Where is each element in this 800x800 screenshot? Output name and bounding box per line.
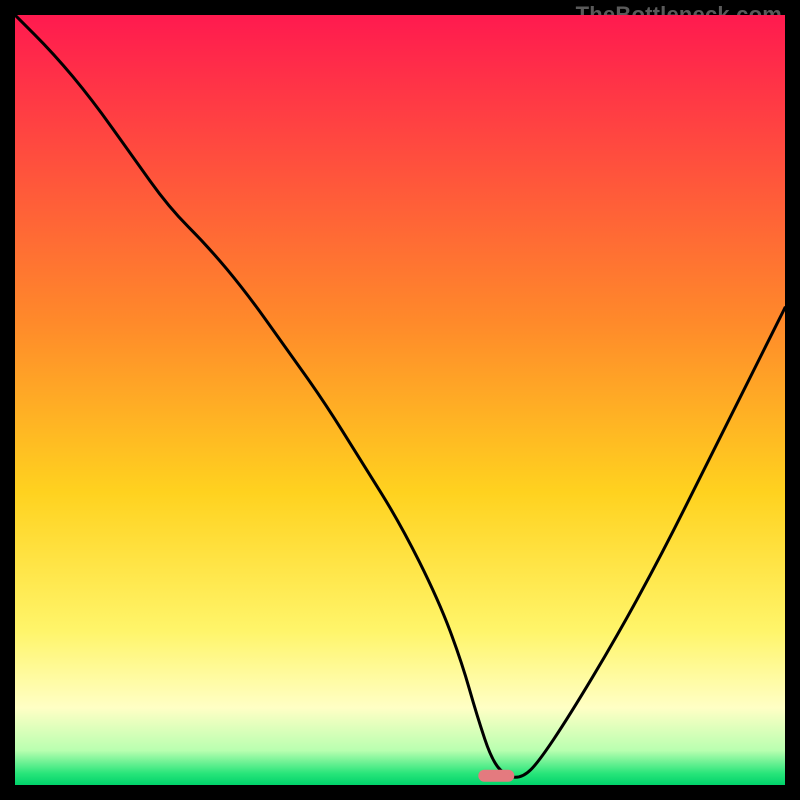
- bottleneck-chart: [15, 15, 785, 785]
- optimal-marker: [478, 770, 514, 782]
- chart-frame: TheBottleneck.com: [0, 0, 800, 800]
- chart-background: [15, 15, 785, 785]
